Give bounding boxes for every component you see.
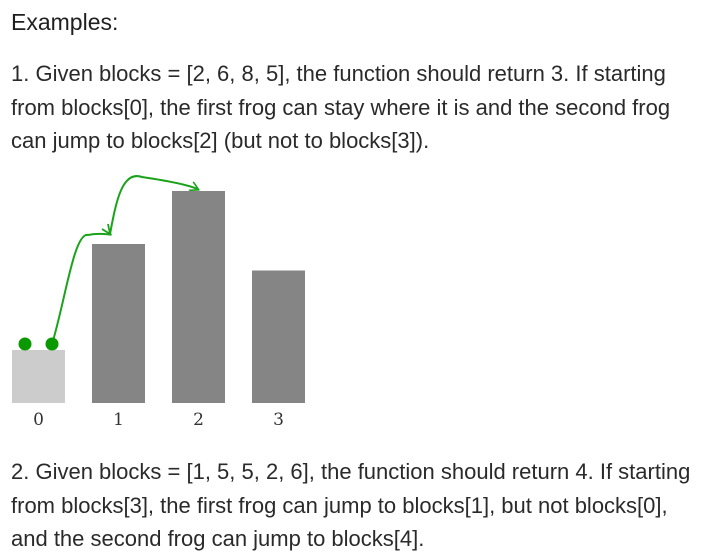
examples-heading: Examples: (11, 9, 119, 35)
block-1 (92, 244, 145, 403)
frog-1 (18, 337, 32, 351)
block-0 (12, 350, 65, 403)
block-label-3: 3 (273, 410, 284, 430)
frog-2 (45, 337, 59, 351)
block-label-2: 2 (193, 410, 204, 430)
block-label-1: 1 (113, 410, 124, 430)
jump-arrowhead-1 (101, 223, 112, 236)
block-3 (252, 270, 305, 403)
blocks-figure: 0 1 2 3 (12, 175, 305, 430)
example-2-text: 2. Given blocks = [1, 5, 5, 2, 6], the f… (11, 459, 691, 551)
block-index-labels: 0 1 2 3 (33, 410, 284, 430)
example-1-text: 1. Given blocks = [2, 6, 8, 5], the func… (11, 61, 671, 153)
frogs (18, 337, 59, 351)
block-2 (172, 191, 225, 403)
block-label-0: 0 (33, 410, 44, 430)
blocks-layer (12, 191, 305, 403)
